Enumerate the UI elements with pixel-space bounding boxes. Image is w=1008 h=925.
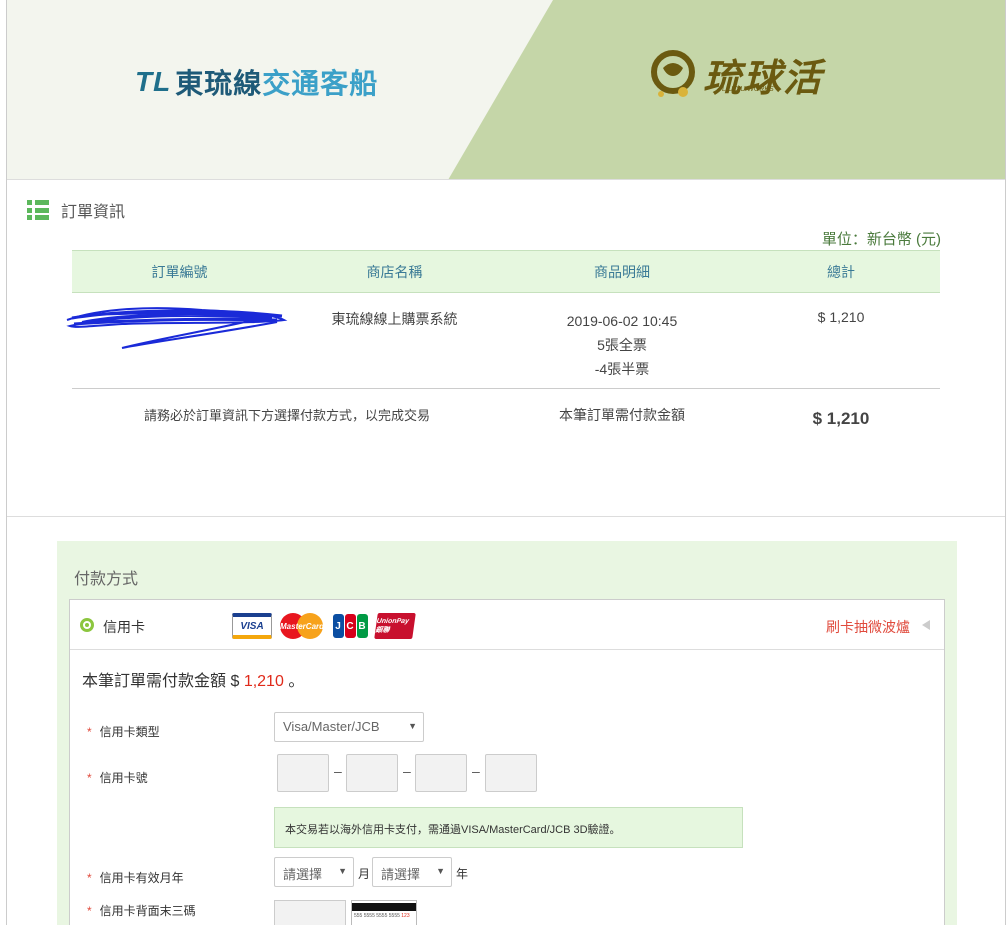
card-number-input-3[interactable] <box>415 754 467 792</box>
order-section: 訂單資訊 單位：新台幣 (元) 訂單編號 商店名稱 商品明細 總計 東琉線線上購… <box>7 180 1005 517</box>
cvv-example-image: 555 5555 5555 5555 123 <box>351 900 417 925</box>
header-banner: TL 東琉線 交通客船 琉球活 LIUQIU WORKS <box>7 0 1005 180</box>
3d-secure-notice: 本交易若以海外信用卡支付，需通過VISA/MasterCard/JCB 3D驗證… <box>274 807 743 848</box>
order-section-title-text: 訂單資訊 <box>61 204 126 221</box>
card-number-input-2[interactable] <box>346 754 398 792</box>
card-logos: VISA MasterCard J C B UnionPay 銀聯 <box>232 613 416 639</box>
order-section-title: 訂單資訊 <box>27 198 125 222</box>
payment-amount-line: 本筆訂單需付款金額 $ 1,210 。 <box>82 667 304 691</box>
liuqiu-logo-icon <box>651 50 695 97</box>
tl-logo-mark: TL <box>135 66 172 97</box>
payment-section-title: 付款方式 <box>74 571 139 588</box>
expiry-month-placeholder: 請選擇 <box>283 867 323 882</box>
dash-separator: – <box>403 763 411 779</box>
detail-line: 5張全票 <box>597 337 647 353</box>
order-table-header: 訂單編號 商店名稱 商品明細 總計 <box>72 250 940 293</box>
list-icon <box>27 200 49 220</box>
column-header-order-no: 訂單編號 <box>72 250 287 293</box>
credit-card-option[interactable]: 信用卡 VISA MasterCard J C B UnionPay 銀聯 刷卡… <box>70 600 944 650</box>
tl-logo-name-2: 交通客船 <box>262 68 379 99</box>
required-mark: * <box>87 904 92 918</box>
dash-separator: – <box>472 763 480 779</box>
jcb-logo-icon: J C B <box>332 613 368 639</box>
expiry-year-placeholder: 請選擇 <box>381 867 421 882</box>
column-header-total: 總計 <box>742 250 940 293</box>
column-header-detail: 商品明細 <box>502 250 742 293</box>
credit-card-panel: 信用卡 VISA MasterCard J C B UnionPay 銀聯 刷卡… <box>69 599 945 925</box>
page-frame: TL 東琉線 交通客船 琉球活 LIUQIU WORKS 訂單資訊 單位：新台幣… <box>6 0 1006 925</box>
required-mark: * <box>87 771 92 785</box>
credit-card-label: 信用卡 <box>103 619 145 635</box>
month-unit: 月 <box>358 867 371 881</box>
mastercard-logo-icon: MasterCard <box>280 613 324 639</box>
detail-line: 2019-06-02 10:45 <box>566 313 678 329</box>
payment-amount-value: 1,210 <box>243 673 284 690</box>
total-cell: $ 1,210 <box>742 292 940 389</box>
card-type-label-text: 信用卡類型 <box>99 725 160 739</box>
dropdown-arrow-icon: ▼ <box>338 866 347 876</box>
detail-cell: 2019-06-02 10:45 5張全票 -4張半票 <box>502 292 742 389</box>
credit-card-radio[interactable] <box>80 618 94 632</box>
pay-amount-label: 本筆訂單需付款金額 <box>559 407 685 423</box>
expiry-month-select[interactable]: 請選擇 ▼ <box>274 857 354 887</box>
payment-section: 付款方式 信用卡 VISA MasterCard J C B UnionPay … <box>57 541 957 925</box>
card-number-input-4[interactable] <box>485 754 537 792</box>
card-number-label: * 信用卡號 <box>87 769 148 786</box>
liuqiu-logo[interactable]: 琉球活 LIUQIU WORKS <box>649 46 823 102</box>
payment-amount-suffix: 。 <box>288 673 305 690</box>
redaction-scribble <box>66 307 288 349</box>
dropdown-arrow-icon: ▼ <box>436 866 445 876</box>
card-number-input-1[interactable] <box>277 754 329 792</box>
card-type-select[interactable]: Visa/Master/JCB ▼ <box>274 712 424 742</box>
pay-amount-value: $ 1,210 <box>812 409 870 428</box>
year-unit: 年 <box>456 867 469 881</box>
expiry-year-select[interactable]: 請選擇 ▼ <box>372 857 452 887</box>
lottery-promo-link[interactable]: 刷卡抽微波爐 <box>826 617 910 637</box>
visa-logo-icon: VISA <box>232 613 272 639</box>
currency-unit-label: 單位：新台幣 (元) <box>821 231 941 248</box>
tl-logo[interactable]: TL 東琉線 交通客船 <box>135 62 378 102</box>
expiry-label-text: 信用卡有效月年 <box>99 871 184 885</box>
dash-separator: – <box>334 763 342 779</box>
column-header-store: 商店名稱 <box>287 250 502 293</box>
payment-amount-prefix: 本筆訂單需付款金額 $ <box>82 673 240 690</box>
unionpay-logo-icon: UnionPay 銀聯 <box>374 613 416 639</box>
cvv-input[interactable] <box>274 900 346 925</box>
card-type-label: * 信用卡類型 <box>87 723 160 740</box>
cvv-label: * 信用卡背面末三碼 <box>87 902 196 919</box>
card-number-label-text: 信用卡號 <box>99 771 148 785</box>
mastercard-logo-text: MasterCard <box>280 621 325 631</box>
card-type-select-value: Visa/Master/JCB <box>283 719 380 734</box>
tl-logo-name-1: 東琉線 <box>175 68 263 99</box>
required-mark: * <box>87 871 92 885</box>
collapse-arrow-icon[interactable] <box>922 620 930 630</box>
required-mark: * <box>87 725 92 739</box>
store-cell: 東琉線線上購票系統 <box>287 292 502 389</box>
dropdown-arrow-icon: ▼ <box>408 721 417 731</box>
expiry-label: * 信用卡有效月年 <box>87 869 184 886</box>
detail-line: -4張半票 <box>594 361 650 377</box>
liuqiu-logo-subtext: LIUQIU WORKS <box>722 86 774 93</box>
cvv-label-text: 信用卡背面末三碼 <box>99 904 196 918</box>
summary-row: 請務必於訂單資訊下方選擇付款方式，以完成交易 本筆訂單需付款金額 $ 1,210 <box>72 389 940 430</box>
payment-warning: 請務必於訂單資訊下方選擇付款方式，以完成交易 <box>143 408 430 423</box>
